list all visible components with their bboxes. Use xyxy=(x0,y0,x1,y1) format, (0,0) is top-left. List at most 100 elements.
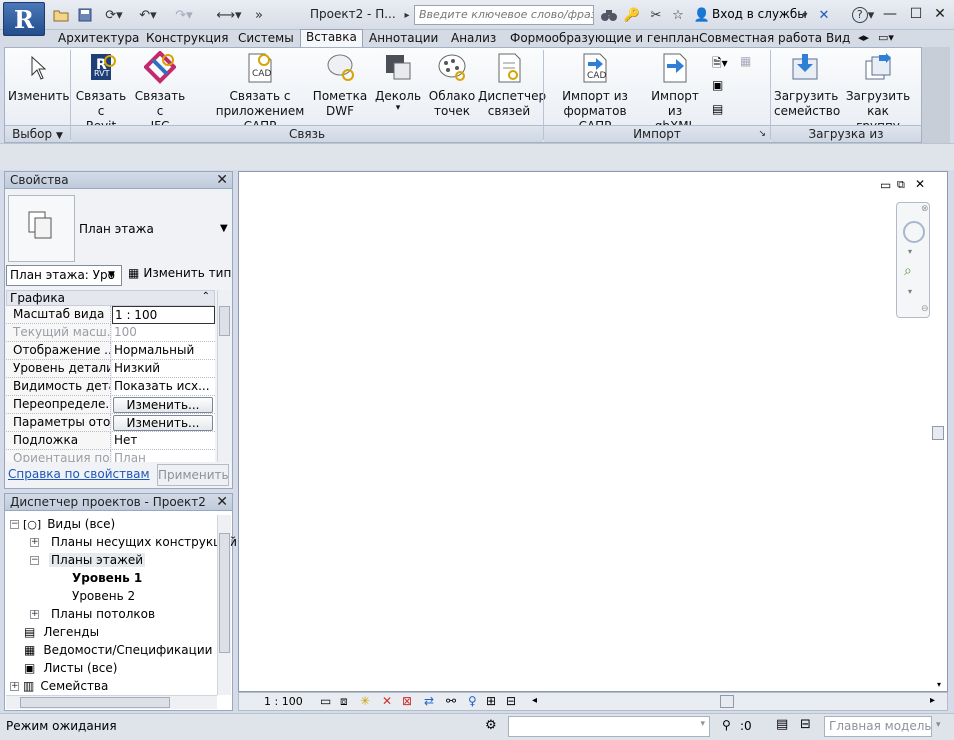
property-value[interactable]: Показать исх... xyxy=(112,378,215,396)
properties-close-icon[interactable]: ✕ xyxy=(216,172,228,188)
canvas-vscroll-thumb[interactable] xyxy=(932,426,944,440)
tree-node-floor-plans[interactable]: − Планы этажей xyxy=(30,551,146,569)
view-scale-input[interactable]: 1 : 100 xyxy=(112,306,215,324)
design-option-dropdown-icon[interactable]: ▾ xyxy=(936,720,941,730)
tab-structure[interactable]: Конструкция xyxy=(146,30,228,48)
dwf-markup-button[interactable]: Пометка DWF xyxy=(312,50,368,119)
view-scale-button[interactable]: 1 : 100 xyxy=(264,695,303,708)
collapse-toggle-icon[interactable]: − xyxy=(30,555,39,565)
panel-select[interactable]: Выбор ▼ xyxy=(5,125,70,142)
edit-type-button[interactable]: ▦ Изменить тип xyxy=(128,266,231,280)
help-icon[interactable]: ? ▾ xyxy=(848,6,878,24)
property-value[interactable]: Нормальный xyxy=(112,342,215,360)
temporary-hide-icon[interactable]: ⚯ xyxy=(446,694,456,708)
canvas-hscroll-thumb[interactable] xyxy=(720,695,734,708)
link-revit-button[interactable]: RVTR Связать с Revit xyxy=(72,50,130,134)
edit-overrides-button[interactable]: Изменить... xyxy=(113,397,213,413)
manage-images-icon[interactable]: ▣ xyxy=(712,78,732,94)
design-option-dropdown[interactable]: Главная модель xyxy=(824,716,932,737)
save-icon[interactable] xyxy=(76,6,94,24)
worksets-icon[interactable]: ⚙ xyxy=(485,718,497,733)
tab-overflow-icon[interactable]: ◂▸ xyxy=(858,30,869,48)
measure-icon[interactable]: ⟷▾ xyxy=(212,6,246,24)
view-minimize-icon[interactable]: ▭ xyxy=(880,178,891,192)
sync-icon[interactable]: ⟳▾ xyxy=(102,6,126,24)
canvas-scroll-down-icon[interactable]: ▾ xyxy=(937,680,941,689)
tab-architecture[interactable]: Архитектура xyxy=(58,30,139,48)
type-selector-dropdown-icon[interactable]: ▼ xyxy=(108,270,115,280)
view-close-icon[interactable]: ✕ xyxy=(915,177,925,191)
qat-overflow-icon[interactable]: » xyxy=(252,6,266,24)
design-options-icon[interactable]: ⊟ xyxy=(800,717,811,732)
type-dropdown-icon[interactable]: ▼ xyxy=(220,223,228,234)
property-value[interactable]: Низкий xyxy=(112,360,215,378)
key-icon[interactable]: 🔑 xyxy=(622,6,642,24)
tab-analyze[interactable]: Анализ xyxy=(451,30,496,48)
exchange-apps-icon[interactable]: ✕ xyxy=(814,6,834,24)
show-crop-icon[interactable]: ⇄ xyxy=(424,694,434,708)
filter-icon[interactable]: ⚲ xyxy=(722,718,731,732)
close-window-icon[interactable]: ✕ xyxy=(926,2,954,26)
tree-node-views[interactable]: − [○] Виды (все) xyxy=(10,515,117,533)
browser-hscroll-thumb[interactable] xyxy=(20,697,170,708)
title-arrow-icon[interactable]: ▸ xyxy=(402,6,412,24)
nav-bar-close-icon[interactable]: ⊗ xyxy=(921,204,929,214)
tab-systems[interactable]: Системы xyxy=(238,30,294,48)
tree-node-ceiling-plans[interactable]: + Планы потолков xyxy=(30,605,157,623)
expand-toggle-icon[interactable]: + xyxy=(30,609,39,619)
worksharing-icon[interactable]: ⊞ xyxy=(486,694,496,708)
tab-collaborate[interactable]: Совместная работа xyxy=(699,30,822,48)
tab-insert[interactable]: Вставка xyxy=(300,29,363,48)
expand-toggle-icon[interactable]: + xyxy=(30,537,39,547)
drawing-area[interactable] xyxy=(238,171,948,692)
steering-wheel-2d-icon[interactable] xyxy=(903,221,925,243)
analytical-model-icon[interactable]: ⊟ xyxy=(506,694,516,708)
visual-style-icon[interactable]: ⧈ xyxy=(340,694,348,709)
login-dropdown-icon[interactable]: ▾ xyxy=(800,6,810,24)
decal-button[interactable]: Деколь ▾ xyxy=(372,50,424,113)
tab-view[interactable]: Вид xyxy=(826,30,850,48)
properties-scrollbar[interactable] xyxy=(217,290,231,462)
edit-display-options-button[interactable]: Изменить... xyxy=(113,415,213,431)
sun-path-icon[interactable]: ✳ xyxy=(360,694,370,708)
zoom-region-icon[interactable]: ⌕ xyxy=(904,263,912,279)
browser-scroll-thumb[interactable] xyxy=(219,533,230,653)
active-workset-dropdown[interactable]: ▾ xyxy=(508,716,710,737)
binoculars-icon[interactable] xyxy=(598,6,620,24)
properties-help-link[interactable]: Справка по свойствам xyxy=(8,467,150,481)
crop-view-icon[interactable]: ⊠ xyxy=(402,694,412,708)
login-link[interactable]: Вход в службы xyxy=(712,7,807,21)
instance-type-selector[interactable]: План этажа: Уро xyxy=(6,265,122,286)
link-ifc-button[interactable]: Связать с IFC xyxy=(131,50,189,134)
shadows-icon[interactable]: ✕ xyxy=(382,694,392,708)
tab-massing-site[interactable]: Формообразующие и генплан xyxy=(510,30,699,48)
redo-icon[interactable]: ↷▾ xyxy=(170,6,198,24)
tab-annotate[interactable]: Аннотации xyxy=(369,30,438,48)
nav-bar-options-icon[interactable]: ⊖ xyxy=(921,304,929,314)
favorite-star-icon[interactable]: ☆ xyxy=(668,6,688,24)
manage-links-button[interactable]: Диспетчер связей xyxy=(478,50,546,119)
application-menu-button[interactable]: R xyxy=(3,2,45,36)
undo-icon[interactable]: ↶▾ xyxy=(134,6,162,24)
reveal-hidden-icon[interactable]: ♀ xyxy=(468,694,477,708)
group-graphics[interactable]: Графика ⌃ xyxy=(6,290,215,306)
subscription-icon[interactable]: ✂ xyxy=(646,6,666,24)
import-family-types-icon[interactable]: ▤ xyxy=(712,102,732,118)
load-as-group-button[interactable]: Загрузить как группу xyxy=(838,50,918,134)
zoom-dropdown-icon[interactable]: ▾ xyxy=(908,287,912,296)
nav-dropdown-icon[interactable]: ▾ xyxy=(908,247,912,256)
ribbon-minimize-icon[interactable]: ▭▾ xyxy=(878,30,894,48)
hscroll-left-icon[interactable]: ◂ xyxy=(532,695,537,706)
browser-vertical-scrollbar[interactable] xyxy=(217,515,231,695)
search-input[interactable]: Введите ключевое слово/фразу xyxy=(414,5,594,25)
hscroll-right-icon[interactable]: ▸ xyxy=(930,695,935,706)
tree-node-families[interactable]: + ▥ Семейства xyxy=(10,677,110,695)
view-restore-icon[interactable]: ⧉ xyxy=(897,178,905,192)
import-cad-button[interactable]: CAD Импорт из форматов САПР xyxy=(548,50,642,134)
detail-level-icon[interactable]: ▭ xyxy=(320,694,331,708)
tree-node-schedules[interactable]: ▦ Ведомости/Спецификации xyxy=(24,641,214,659)
minimize-icon[interactable]: — xyxy=(876,2,904,26)
property-value[interactable]: Нет xyxy=(112,432,215,450)
collapse-toggle-icon[interactable]: − xyxy=(10,519,19,529)
tree-node-level-1[interactable]: Уровень 1 xyxy=(70,569,144,587)
